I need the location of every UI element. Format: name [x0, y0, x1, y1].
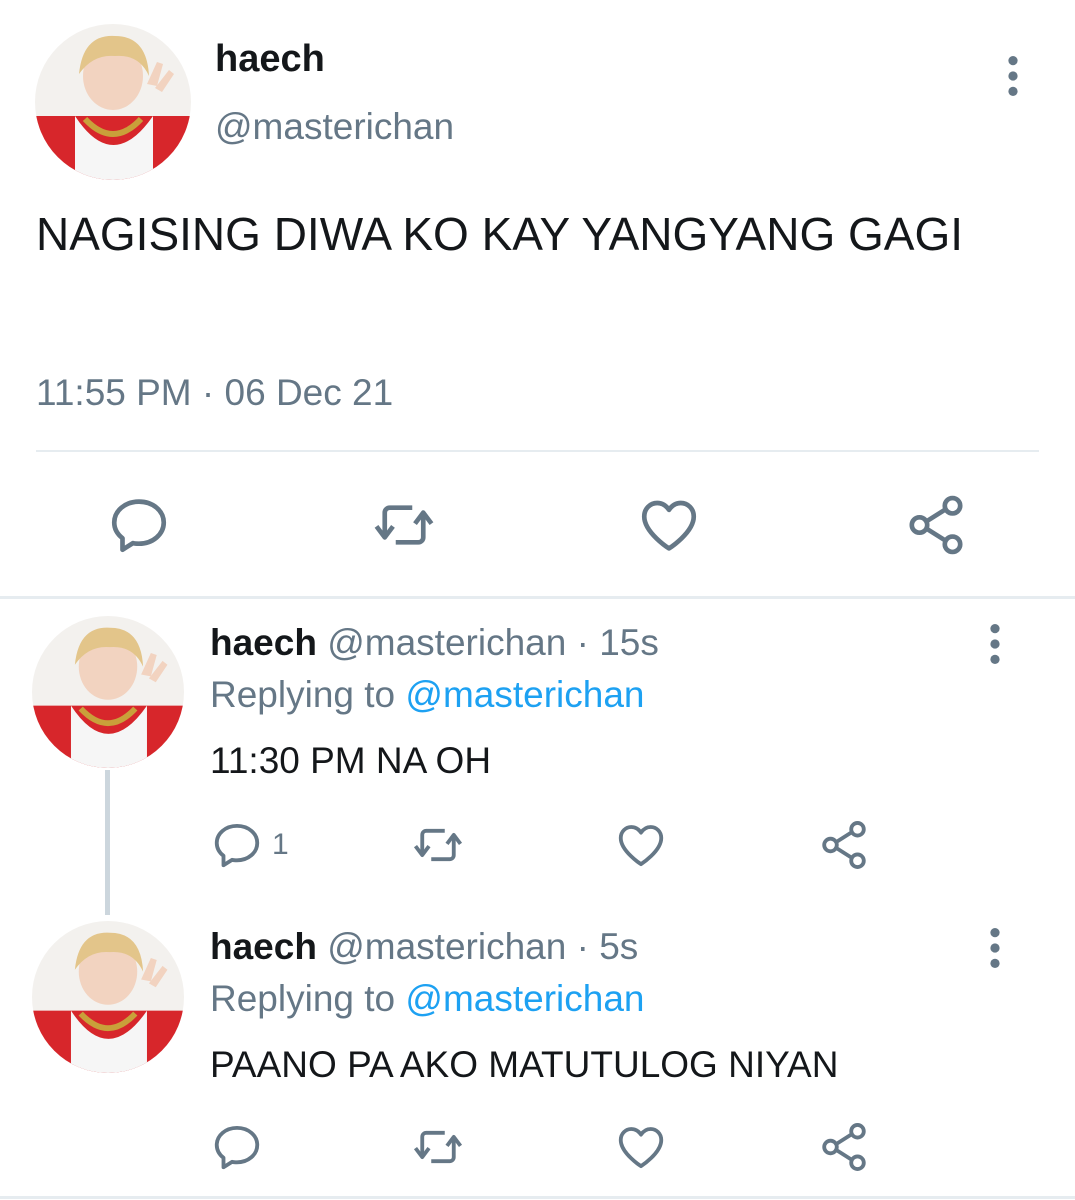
like-icon[interactable]: [636, 492, 702, 558]
avatar[interactable]: [32, 921, 184, 1073]
display-name[interactable]: haech: [215, 38, 325, 81]
avatar[interactable]: [35, 24, 191, 180]
reply-header: haech @masterichan · 15s: [210, 622, 659, 664]
display-name[interactable]: haech: [210, 926, 317, 967]
replying-prefix: Replying to: [210, 978, 406, 1019]
handle-and-time: @masterichan · 5s: [327, 926, 639, 967]
more-options-icon[interactable]: [996, 54, 1030, 98]
thread-connector: [105, 770, 110, 915]
reply-header: haech @masterichan · 5s: [210, 926, 638, 968]
more-options-icon[interactable]: [980, 622, 1010, 666]
reply-text: PAANO PA AKO MATUTULOG NIYAN: [210, 1044, 839, 1085]
replying-prefix: Replying to: [210, 674, 406, 715]
section-divider: [0, 596, 1075, 599]
like-icon[interactable]: [614, 818, 668, 872]
more-options-icon[interactable]: [980, 926, 1010, 970]
retweet-icon[interactable]: [411, 818, 465, 872]
reply-icon[interactable]: [210, 818, 264, 872]
divider: [36, 450, 1039, 452]
share-icon[interactable]: [903, 492, 969, 558]
reply-icon[interactable]: [106, 492, 172, 558]
display-name[interactable]: haech: [210, 622, 317, 663]
replying-to-link[interactable]: @masterichan: [405, 978, 644, 1019]
divider: [0, 1196, 1075, 1199]
replying-to-link[interactable]: @masterichan: [405, 674, 644, 715]
reply-count: 1: [272, 828, 289, 861]
tweet-text: NAGISING DIWA KO KAY YANGYANG GAGI: [36, 208, 964, 260]
retweet-icon[interactable]: [411, 1120, 465, 1174]
replying-to: Replying to @masterichan: [210, 674, 644, 716]
share-icon[interactable]: [817, 818, 871, 872]
avatar[interactable]: [32, 616, 184, 768]
retweet-icon[interactable]: [371, 492, 437, 558]
like-icon[interactable]: [614, 1120, 668, 1174]
replying-to: Replying to @masterichan: [210, 978, 644, 1020]
reply-icon[interactable]: [210, 1120, 264, 1174]
user-handle[interactable]: @masterichan: [215, 106, 454, 148]
handle-and-time: @masterichan · 15s: [327, 622, 659, 663]
tweet-timestamp: 11:55 PM · 06 Dec 21: [36, 372, 394, 413]
reply-text: 11:30 PM NA OH: [210, 740, 492, 781]
share-icon[interactable]: [817, 1120, 871, 1174]
